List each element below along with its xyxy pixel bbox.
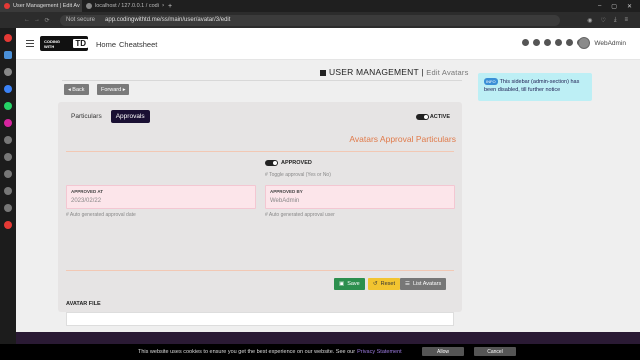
history-icon[interactable] [4,187,12,195]
back-nav-icon[interactable]: ← [22,17,32,23]
heart-icon[interactable]: ♡ [600,17,605,24]
approved-by-hint: # Auto generated approval user [265,212,335,218]
info-text: This sidebar (admin-section) has been di… [484,79,580,93]
arrow-right-icon: ▸ [121,86,126,93]
page-title: USER MANAGEMENT | Edit Avatars [320,67,469,77]
divider [62,80,462,81]
cancel-button[interactable]: Cancel [474,347,516,356]
list-avatars-button[interactable]: ☰ List Avatars [400,278,447,290]
cookie-banner: This website uses cookies to ensure you … [0,344,640,360]
player-icon[interactable] [4,136,12,144]
opera-icon[interactable] [4,34,12,42]
github-icon[interactable] [522,39,529,46]
heart-icon[interactable] [4,170,12,178]
close-window-icon[interactable]: ✕ [627,3,632,10]
divider [66,151,454,152]
home-icon[interactable] [4,68,12,76]
allow-button[interactable]: Allow [422,347,464,356]
forward-nav-icon[interactable]: → [32,17,42,23]
reset-icon: ↺ [373,281,378,287]
approved-by-label: APPROVED BY [270,189,303,194]
web-page: CODING WITH TD Home Cheatsheet WebAdmin U… [16,28,640,344]
instagram-icon[interactable] [555,39,562,46]
send-icon[interactable] [4,153,12,161]
address-bar-row: ← → ⟳ Not secure app.codingwithtd.me/ss/… [0,12,640,28]
linkedin-icon[interactable] [544,39,551,46]
user-name[interactable]: WebAdmin [594,40,626,47]
save-button[interactable]: ▣ Save [334,278,365,290]
approved-toggle[interactable] [265,160,278,166]
download-icon[interactable]: ⤓ [614,17,617,24]
avatar[interactable] [578,37,590,49]
site-favicon-icon [86,3,92,9]
avatar-file-input[interactable] [66,312,454,326]
approval-card: Particulars Approvals ACTIVE Avatars App… [58,102,462,312]
browser-sidebar [0,28,16,344]
site-logo[interactable]: CODING WITH TD [40,36,88,51]
cookie-text: This website uses cookies to ensure you … [138,349,356,355]
privacy-statement-link[interactable]: Privacy Statement [357,349,402,355]
tab-particulars[interactable]: Particulars [66,110,107,123]
settings-icon[interactable] [4,204,12,212]
url-text: app.codingwithtd.me/ss/main/user/avatar/… [105,17,231,23]
camera-icon[interactable]: ◉ [587,17,592,24]
approved-by-field[interactable]: APPROVED BY WebAdmin [265,185,455,209]
workspace-icon[interactable] [4,51,12,59]
youtube-icon[interactable] [533,39,540,46]
info-alert: INFO This sidebar (admin-section) has bee… [478,73,592,101]
browser-tab-title: User Management | Edit Av [13,3,80,9]
menu-icon[interactable]: ≡ [624,17,628,24]
approved-hint: # Toggle approval (Yes or No) [265,172,331,178]
whatsapp-icon[interactable] [4,102,12,110]
reload-icon[interactable]: ⟳ [42,17,52,24]
site-header: CODING WITH TD Home Cheatsheet WebAdmin [16,28,640,60]
opera-gx-icon[interactable] [4,221,12,229]
divider [66,270,454,271]
minimize-icon[interactable]: – [598,3,601,10]
active-label: ACTIVE [429,114,450,120]
footer-bar [16,332,640,344]
card-title: Avatars Approval Particulars [349,134,456,144]
list-icon: ☰ [405,281,410,287]
approved-by-value: WebAdmin [270,198,300,204]
address-bar-icons: ◉ ♡ ⤓ ≡ [587,17,640,24]
social-links [522,39,584,46]
active-toggle[interactable] [416,114,429,120]
grid-icon [320,69,326,76]
reset-button[interactable]: ↺ Reset [368,278,400,290]
tab-approvals[interactable]: Approvals [110,110,150,123]
approved-label: APPROVED [281,160,312,166]
hamburger-icon[interactable] [26,40,34,47]
facebook-icon[interactable] [566,39,573,46]
window-controls: – ▢ ✕ [598,3,640,10]
site-favicon-icon [4,3,10,9]
approved-at-label: APPROVED AT [71,189,104,194]
address-input[interactable]: Not secure app.codingwithtd.me/ss/main/u… [60,14,560,26]
forward-button[interactable]: Forward ▸ [97,84,130,95]
back-button[interactable]: ◂ Back [64,84,89,95]
maximize-icon[interactable]: ▢ [611,3,617,10]
not-secure-label[interactable]: Not secure [66,17,95,23]
nav-cheatsheet-link[interactable]: Cheatsheet [119,40,157,49]
browser-tab-active[interactable]: User Management | Edit Av × [0,0,82,12]
approved-at-value: 2023/02/22 [71,198,102,204]
new-tab-button[interactable]: + [164,3,176,10]
approved-at-hint: # Auto generated approval date [66,212,136,218]
info-badge: INFO [484,78,498,85]
browser-tab-title: localhost / 127.0.0.1 / codi [95,3,159,9]
nav-home-link[interactable]: Home [96,40,116,49]
avatar-file-label: AVATAR FILE [66,301,101,307]
card-tabs: Particulars Approvals [66,110,150,123]
approved-at-field[interactable]: APPROVED AT 2023/02/22 [66,185,256,209]
messenger-icon[interactable] [4,85,12,93]
instagram-icon[interactable] [4,119,12,127]
browser-tab-strip: User Management | Edit Av × localhost / … [0,0,640,12]
browser-tab[interactable]: localhost / 127.0.0.1 / codi × [82,0,164,12]
save-icon: ▣ [339,281,345,287]
